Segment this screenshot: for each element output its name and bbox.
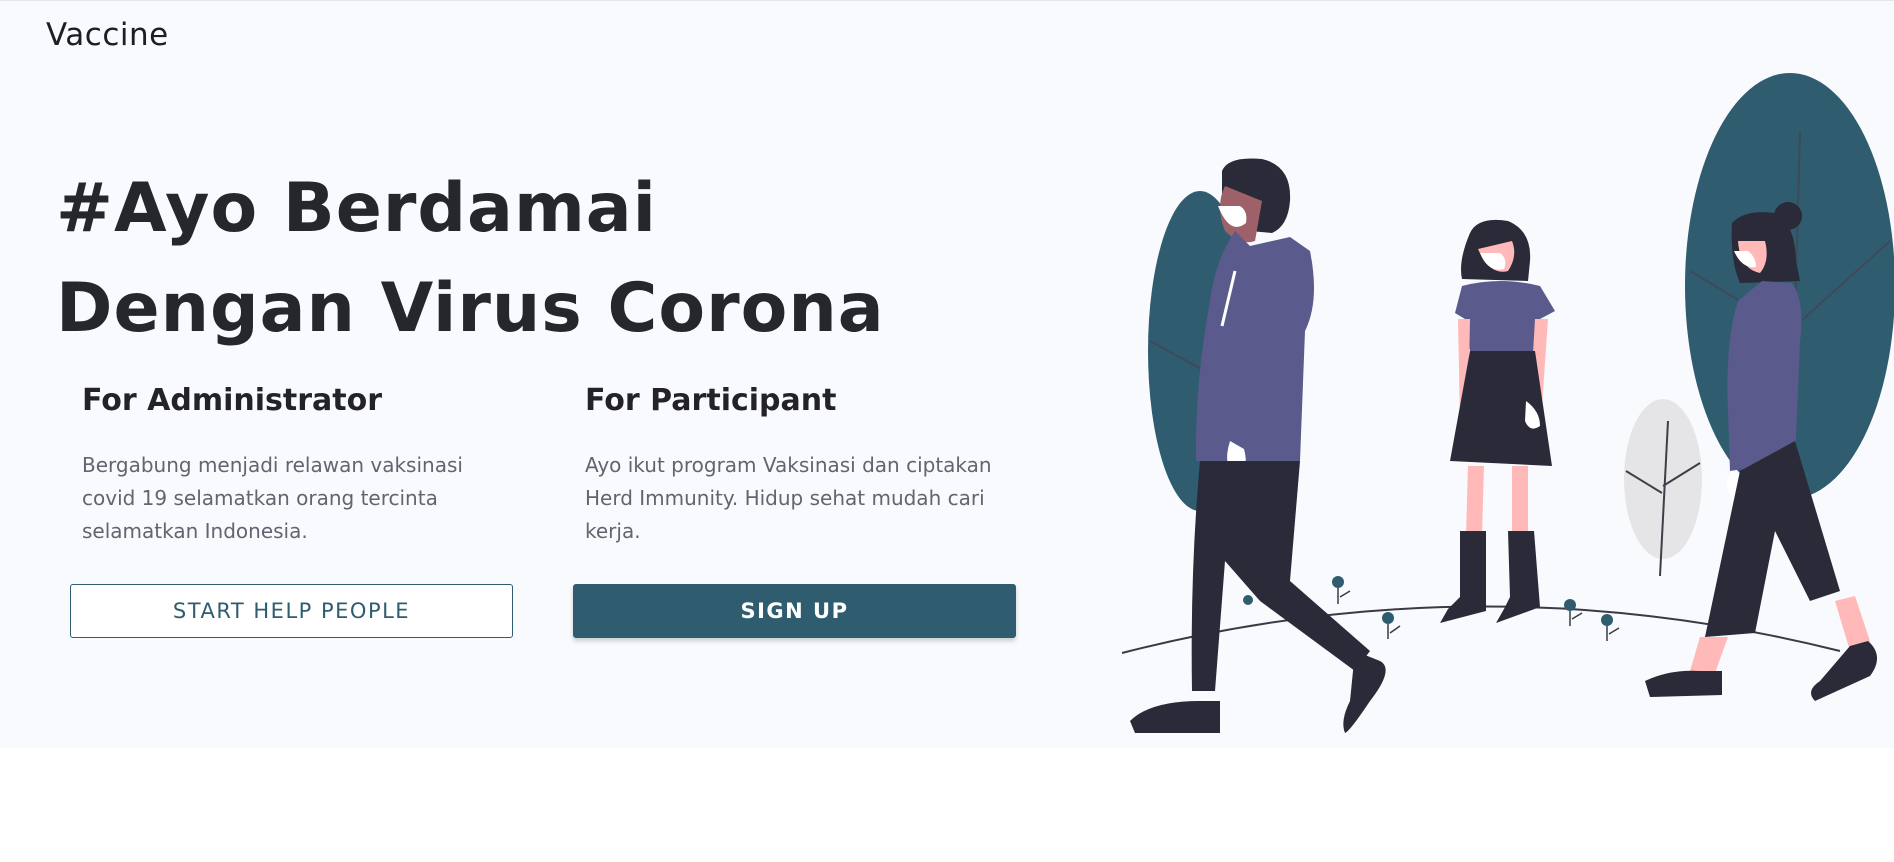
brand-logo[interactable]: Vaccine xyxy=(46,17,169,53)
people-walking-with-masks-illustration xyxy=(1121,73,1894,733)
admin-card-title: For Administrator xyxy=(82,383,382,418)
admin-card: For Administrator Bergabung menjadi rela… xyxy=(82,379,522,548)
start-help-people-button[interactable]: START HELP PEOPLE xyxy=(70,584,513,638)
woman-figure xyxy=(1440,219,1555,623)
participant-card-description: Ayo ikut program Vaksinasi dan ciptakan … xyxy=(585,453,992,543)
hero-headline: #Ayo Berdamai Dengan Virus Corona xyxy=(56,169,885,348)
sign-up-button[interactable]: SIGN UP xyxy=(573,584,1016,638)
hero-section: Vaccine #Ayo Berdamai Dengan Virus Coron… xyxy=(0,0,1894,748)
small-tree-icon xyxy=(1624,399,1702,577)
participant-card-title: For Participant xyxy=(585,383,837,418)
admin-card-description: Bergabung menjadi relawan vaksinasi covi… xyxy=(82,453,463,543)
participant-card: For Participant Ayo ikut program Vaksina… xyxy=(585,379,1025,548)
